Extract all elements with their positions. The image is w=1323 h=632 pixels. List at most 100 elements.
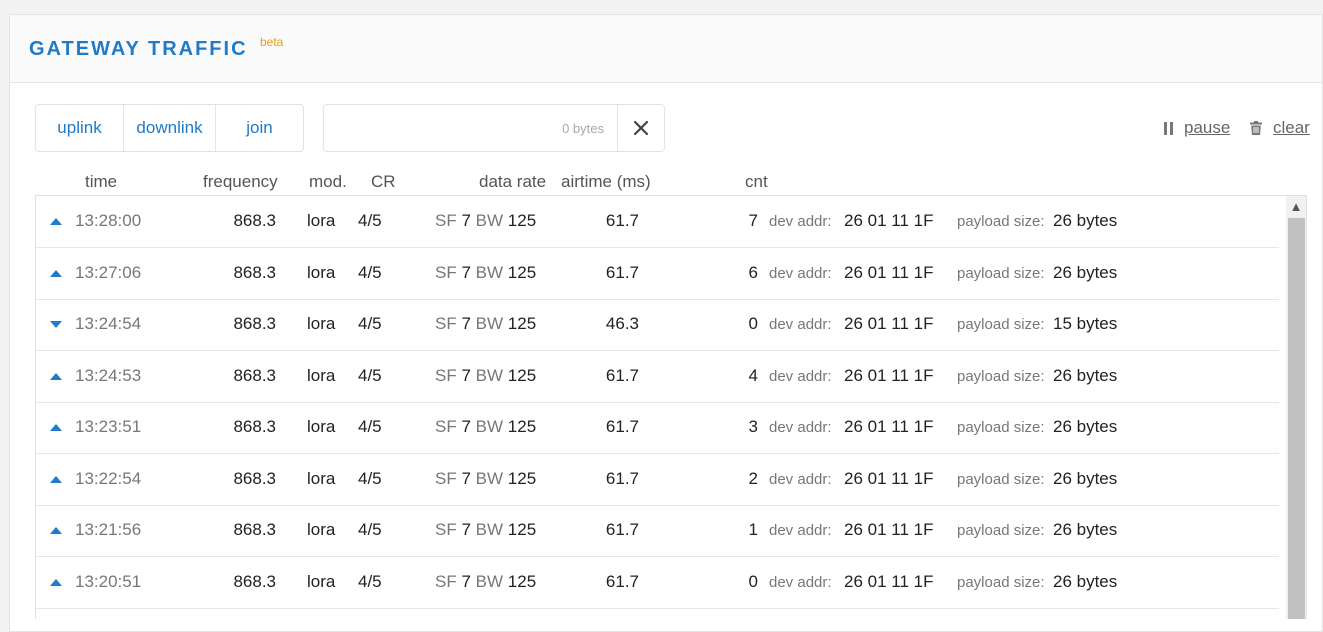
cell-data-rate: SF 7 BW 125 [435, 417, 536, 437]
filter-downlink-button[interactable]: downlink [124, 105, 216, 151]
cell-frequency: 868.3 [233, 417, 276, 436]
cell-cnt: 2 [748, 468, 758, 488]
cell-mod: lora [307, 520, 336, 539]
close-icon [634, 121, 648, 135]
cell-payload-size: 26 bytes [1053, 211, 1118, 230]
cell-airtime: 61.7 [605, 520, 639, 539]
sf-label: SF [435, 468, 457, 488]
cell-cnt: 3 [748, 417, 758, 436]
downlink-arrow-icon [50, 321, 62, 328]
cell-mod: lora [307, 571, 336, 591]
cell-mod: lora [307, 314, 336, 333]
sf-value: 7 [461, 417, 471, 436]
table-row[interactable]: 13:27:06 868.3 lora 4/5 SF 7 BW 125 61.7 6 dev … [36, 248, 1279, 300]
uplink-arrow-icon [50, 424, 62, 431]
dev-addr-label: dev addr: [769, 367, 832, 385]
sf-label: SF [435, 520, 457, 539]
sf-label: SF [435, 262, 457, 282]
filter-join-button[interactable]: join [216, 105, 303, 151]
payload-size-label: payload size: [957, 470, 1045, 488]
cell-frequency: 868.3 [233, 365, 276, 385]
cell-time: 13:23:51 [75, 417, 142, 436]
cell-payload-size: 26 bytes [1053, 571, 1118, 591]
payload-filter-input[interactable]: 0 bytes [323, 104, 665, 152]
cell-dev-addr: 26 01 11 1F [844, 262, 934, 282]
cell-mod: lora [307, 211, 336, 230]
table-row[interactable]: 13:22:54 868.3 lora 4/5 SF 7 BW 125 61.7 2 dev … [36, 454, 1279, 506]
panel-header: GATEWAY TRAFFIC beta [10, 15, 1322, 83]
clear-filter-button[interactable] [617, 105, 664, 151]
traffic-table[interactable]: 13:28:00 868.3 lora 4/5 SF 7 BW 125 61.7 7 dev … [35, 195, 1307, 619]
dev-addr-label: dev addr: [769, 470, 832, 488]
cell-payload-size: 15 bytes [1053, 314, 1118, 333]
sf-value: 7 [461, 468, 471, 488]
cell-cnt: 0 [748, 571, 758, 591]
pause-button[interactable]: pause [1164, 118, 1230, 138]
sf-value: 7 [461, 314, 471, 333]
bw-value: 125 [507, 365, 537, 385]
pause-icon [1164, 121, 1174, 135]
cell-mod: lora [307, 417, 336, 436]
bw-value: 125 [507, 520, 537, 539]
bw-value: 125 [507, 211, 537, 230]
cell-payload-size: 26 bytes [1053, 365, 1118, 385]
filter-uplink-button[interactable]: uplink [36, 105, 124, 151]
scroll-up-arrow-icon[interactable]: ▲ [1286, 196, 1306, 216]
cell-data-rate: SF 7 BW 125 [435, 469, 536, 489]
bw-label: BW [475, 365, 504, 385]
cell-mod: lora [307, 365, 336, 385]
bw-label: BW [475, 520, 504, 539]
payload-size-label: payload size: [957, 522, 1045, 539]
scrollbar-thumb[interactable] [1288, 218, 1305, 619]
sf-label: SF [435, 417, 457, 436]
cell-cr: 4/5 [358, 417, 382, 436]
cell-mod: lora [307, 262, 336, 282]
sf-label: SF [435, 314, 457, 333]
cell-data-rate: SF 7 BW 125 [435, 572, 536, 592]
cell-airtime: 46.3 [605, 314, 639, 333]
table-row[interactable]: 13:24:53 868.3 lora 4/5 SF 7 BW 125 61.7 4 dev … [36, 351, 1279, 403]
cell-payload-size: 26 bytes [1053, 468, 1118, 488]
clear-button[interactable]: clear [1250, 118, 1310, 138]
uplink-arrow-icon [50, 269, 62, 277]
table-row[interactable]: 13:21:56 868.3 lora 4/5 SF 7 BW 125 61.7 1 dev … [36, 505, 1279, 557]
cell-time: 13:27:06 [75, 262, 142, 282]
cell-dev-addr: 26 01 11 1F [844, 417, 934, 436]
col-airtime: airtime (ms) [561, 172, 651, 191]
cell-data-rate: SF 7 BW 125 [435, 263, 536, 283]
uplink-arrow-icon [50, 218, 62, 225]
cell-dev-addr: 26 01 11 1F [844, 211, 934, 230]
bw-label: BW [475, 468, 504, 488]
bw-label: BW [475, 262, 504, 282]
cell-data-rate: SF 7 BW 125 [435, 366, 536, 386]
vertical-scrollbar[interactable]: ▲ [1286, 196, 1306, 619]
col-cnt: cnt [745, 172, 768, 191]
cell-airtime: 61.7 [605, 365, 639, 385]
cell-cnt: 1 [748, 520, 758, 539]
bw-label: BW [475, 211, 504, 230]
dev-addr-label: dev addr: [769, 213, 832, 230]
cell-time: 13:24:53 [75, 365, 142, 385]
sf-value: 7 [461, 520, 471, 539]
bw-value: 125 [507, 262, 537, 282]
cell-airtime: 61.7 [605, 417, 639, 436]
page-title: GATEWAY TRAFFIC [29, 38, 248, 60]
table-row[interactable]: 13:20:51 868.3 lora 4/5 SF 7 BW 125 61.7 0 dev … [36, 557, 1279, 609]
cell-time: 13:22:54 [75, 468, 142, 488]
cell-time: 13:21:56 [75, 520, 142, 539]
cell-time: 13:20:51 [75, 571, 142, 591]
cell-cr: 4/5 [358, 314, 382, 333]
cell-cnt: 6 [748, 262, 758, 282]
cell-payload-size: 26 bytes [1053, 520, 1118, 539]
table-row[interactable]: 13:28:00 868.3 lora 4/5 SF 7 BW 125 61.7 7 dev … [36, 196, 1279, 248]
table-header: time frequency mod. CR data rate airtime… [0, 172, 1300, 196]
cell-cnt: 7 [748, 211, 758, 230]
bw-label: BW [475, 314, 504, 333]
sf-value: 7 [461, 262, 471, 282]
cell-dev-addr: 26 01 11 1F [844, 468, 934, 488]
table-row[interactable]: 13:24:54 868.3 lora 4/5 SF 7 BW 125 46.3 0 dev … [36, 299, 1279, 351]
cell-frequency: 868.3 [233, 211, 276, 230]
table-row[interactable]: 13:23:51 868.3 lora 4/5 SF 7 BW 125 61.7 3 dev … [36, 402, 1279, 454]
cell-data-rate: SF 7 BW 125 [435, 314, 536, 334]
cell-airtime: 61.7 [605, 571, 639, 591]
